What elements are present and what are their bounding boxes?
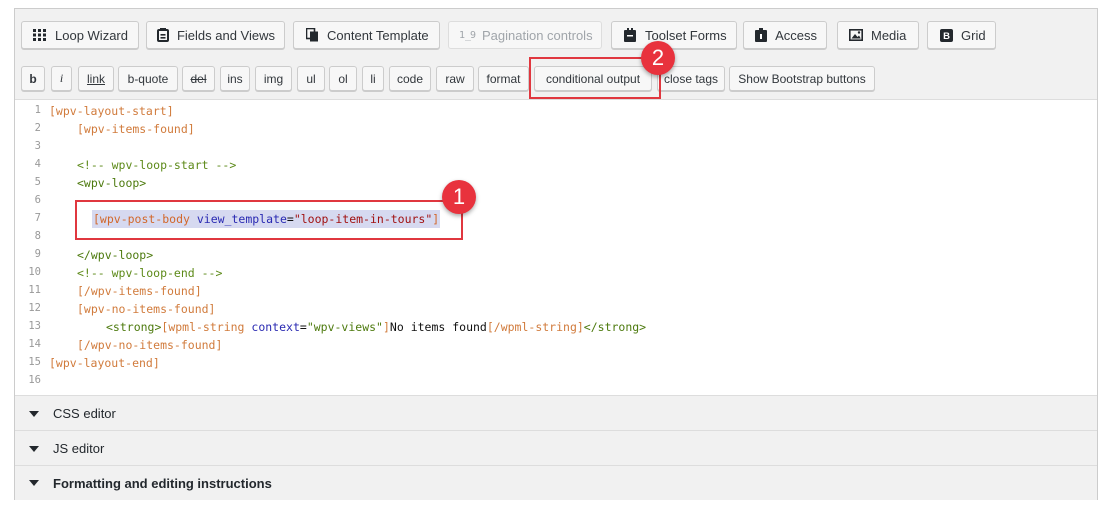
code-line-15: [wpv-layout-end] [49, 354, 160, 372]
quicktag-italic-button[interactable]: i [51, 66, 72, 91]
quicktag-li-button[interactable]: li [362, 66, 384, 91]
code-editor[interactable]: 1 2 3 4 5 6 7 8 9 10 11 12 13 14 15 16 [… [15, 99, 1097, 395]
access-button[interactable]: Access [743, 21, 827, 49]
line-number: 8 [34, 230, 41, 242]
comment-token: <!-- wpv-loop-start --> [77, 158, 237, 172]
svg-text:B: B [943, 31, 950, 42]
pagination-icon: 1̲9 [458, 29, 476, 41]
forms-icon [622, 27, 638, 43]
expand-arrow-icon [15, 410, 53, 417]
line-number: 6 [34, 194, 41, 206]
line-number: 12 [28, 302, 41, 314]
code-line-12: [wpv-no-items-found] [77, 300, 215, 318]
content-template-icon [304, 27, 320, 43]
highlight-box-post-body [75, 200, 463, 240]
line-number: 5 [34, 176, 41, 188]
line-number: 1 [34, 104, 41, 116]
grid-list-icon [32, 27, 48, 43]
string-token: "wpv-views" [306, 320, 383, 334]
loop-wizard-button[interactable]: Loop Wizard [21, 21, 139, 49]
quicktag-format-button[interactable]: format [478, 66, 529, 91]
code-line-11: [/wpv-items-found] [77, 282, 202, 300]
shortcode-token: [/wpv-items-found] [77, 284, 202, 298]
attribute-token: context [251, 320, 300, 334]
quicktag-raw-button[interactable]: raw [436, 66, 474, 91]
quicktag-ol-button[interactable]: ol [329, 66, 357, 91]
shortcode-token: ] [382, 320, 390, 334]
quicktag-code-button[interactable]: code [389, 66, 431, 91]
line-number: 10 [28, 266, 41, 278]
code-line-13: <strong>[wpml-string context="wpv-views"… [106, 318, 646, 336]
media-label: Media [871, 27, 907, 43]
operator-token: = [299, 320, 307, 334]
media-button[interactable]: Media [837, 21, 919, 49]
access-label: Access [775, 27, 817, 43]
line-number: 15 [28, 356, 41, 368]
shortcode-token: [/wpml-string] [486, 320, 584, 334]
line-number: 11 [28, 284, 41, 296]
css-editor-label: CSS editor [53, 406, 116, 421]
js-editor-label: JS editor [53, 441, 105, 456]
quicktag-img-button[interactable]: img [255, 66, 292, 91]
formatting-instructions-section[interactable]: Formatting and editing instructions [15, 465, 1097, 500]
quicktag-link-button[interactable]: link [78, 66, 114, 91]
code-line-4: <!-- wpv-loop-start --> [77, 156, 236, 174]
fields-icon [157, 27, 170, 43]
html-tag-token: </strong> [583, 320, 647, 334]
annotation-badge-1: 1 [442, 180, 476, 214]
shortcode-token: [wpml-string [161, 320, 252, 334]
quicktag-ul-button[interactable]: ul [297, 66, 325, 91]
fields-and-views-label: Fields and Views [176, 27, 275, 43]
css-editor-section[interactable]: CSS editor [15, 395, 1097, 431]
code-line-9: </wpv-loop> [77, 246, 153, 264]
grid-label: Grid [961, 27, 986, 43]
code-line-14: [/wpv-no-items-found] [77, 336, 222, 354]
code-line-1: [wpv-layout-start] [49, 102, 174, 120]
lock-icon [754, 27, 768, 43]
loop-wizard-label: Loop Wizard [55, 27, 128, 43]
comment-token: <!-- wpv-loop-end --> [77, 266, 223, 280]
grid-button[interactable]: B Grid [927, 21, 996, 49]
code-line-2: [wpv-items-found] [77, 120, 195, 138]
content-template-button[interactable]: Content Template [293, 21, 440, 49]
fields-and-views-button[interactable]: Fields and Views [146, 21, 285, 49]
pagination-controls-label: Pagination controls [482, 27, 593, 43]
line-number: 16 [28, 374, 41, 386]
line-number: 13 [28, 320, 41, 332]
js-editor-section[interactable]: JS editor [15, 430, 1097, 466]
expand-arrow-icon [15, 445, 53, 452]
content-template-label: Content Template [327, 27, 429, 43]
line-number: 9 [34, 248, 41, 260]
text-token: No items found [389, 320, 487, 334]
line-number: 3 [34, 140, 41, 152]
quicktag-blockquote-button[interactable]: b-quote [118, 66, 178, 91]
code-line-5: <wpv-loop> [77, 174, 146, 192]
formatting-instructions-label: Formatting and editing instructions [53, 475, 272, 491]
annotation-badge-2: 2 [641, 41, 675, 75]
line-number: 2 [34, 122, 41, 134]
media-icon [848, 27, 864, 43]
pagination-controls-button[interactable]: 1̲9 Pagination controls [448, 21, 602, 49]
shortcode-token: [wpv-layout-end] [49, 356, 160, 370]
html-tag-token: </wpv-loop> [77, 248, 154, 262]
shortcode-token: [wpv-layout-start] [49, 104, 174, 118]
expand-arrow-icon [15, 480, 53, 486]
line-number: 4 [34, 158, 41, 170]
shortcode-token: [wpv-no-items-found] [77, 302, 216, 316]
quicktag-del-button[interactable]: del [182, 66, 215, 91]
quicktag-ins-button[interactable]: ins [220, 66, 250, 91]
show-bootstrap-buttons-button[interactable]: Show Bootstrap buttons [729, 66, 875, 91]
shortcode-token: [/wpv-no-items-found] [77, 338, 223, 352]
shortcode-token: [wpv-items-found] [77, 122, 195, 136]
quicktag-bold-button[interactable]: b [21, 66, 45, 91]
bootstrap-icon: B [938, 27, 954, 43]
html-tag-token: <strong> [106, 320, 162, 334]
code-line-10: <!-- wpv-loop-end --> [77, 264, 222, 282]
html-tag-token: <wpv-loop> [77, 176, 147, 190]
line-number: 7 [34, 212, 41, 224]
line-number: 14 [28, 338, 41, 350]
toolset-forms-button[interactable]: Toolset Forms [611, 21, 737, 49]
